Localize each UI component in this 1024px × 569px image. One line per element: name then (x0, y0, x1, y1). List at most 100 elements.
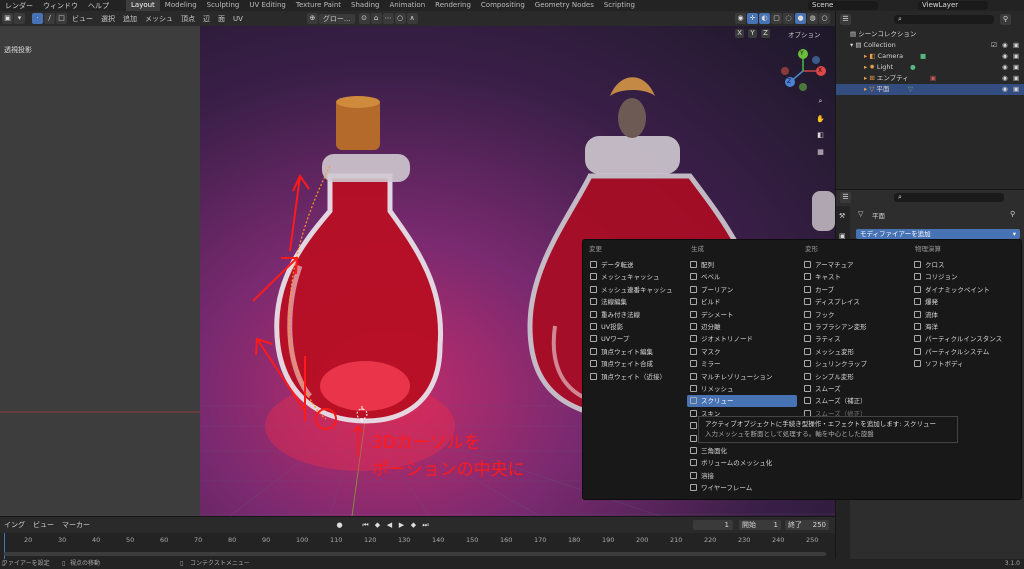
grid-view-icon[interactable]: ▦ (815, 147, 826, 158)
menu-item-physics[interactable]: ソフトボディ (911, 358, 1017, 370)
tab-layout[interactable]: Layout (126, 0, 160, 11)
pin-icon[interactable]: ⚲ (1010, 210, 1015, 218)
overlay-toggle-icon[interactable]: ◐ (759, 13, 770, 24)
menu-item-generate[interactable]: リメッシュ (687, 383, 797, 395)
menu-item-physics[interactable]: 海洋 (911, 321, 1017, 333)
gizmo-toggle-icon[interactable]: ✛ (747, 13, 758, 24)
eye-icon[interactable]: ◉ (1002, 40, 1008, 51)
record-icon[interactable]: ● (334, 520, 345, 531)
tool-tab-icon[interactable]: ⚒ (839, 212, 845, 220)
menu-item-physics[interactable]: クロス (911, 259, 1017, 271)
xray-icon[interactable]: ▢ (771, 13, 782, 24)
menu-add[interactable]: 追加 (119, 14, 141, 24)
menu-uv[interactable]: UV (229, 15, 247, 23)
proportional-icon[interactable]: ○ (394, 13, 406, 24)
shading-rendered-icon[interactable]: ○ (819, 13, 830, 24)
menu-item-physics[interactable]: 爆発 (911, 296, 1017, 308)
checkbox-icon[interactable]: ☑ (991, 40, 997, 51)
menu-item-deform[interactable]: スムーズ (801, 383, 907, 395)
camera-restrict-icon[interactable]: ▣ (1013, 62, 1019, 73)
menu-item-deform[interactable]: シュリンクラップ (801, 358, 907, 370)
camera-restrict-icon[interactable]: ▣ (1013, 51, 1019, 62)
tab-rendering[interactable]: Rendering (430, 0, 476, 11)
menu-item-deform[interactable]: シンプル変形 (801, 371, 907, 383)
shading-solid-icon[interactable]: ● (795, 13, 806, 24)
current-frame-field[interactable]: 1 (693, 520, 733, 530)
frame-end-field[interactable]: 終了 250 (785, 520, 829, 530)
face-select-icon[interactable]: □ (56, 13, 67, 24)
mirror-z-icon[interactable]: Z (761, 29, 770, 38)
menu-window[interactable]: ウィンドウ (38, 1, 83, 11)
menu-item-generate[interactable]: 辺分離 (687, 321, 797, 333)
zoom-icon[interactable]: ⌕ (815, 96, 826, 107)
menu-help[interactable]: ヘルプ (83, 1, 114, 11)
vertex-select-icon[interactable]: · (32, 13, 43, 24)
shading-wire-icon[interactable]: ◌ (783, 13, 794, 24)
menu-item-generate[interactable]: ボリュームのメッシュ化 (687, 457, 797, 469)
menu-item-generate[interactable]: ベベル (687, 271, 797, 283)
camera-restrict-icon[interactable]: ▣ (1013, 73, 1019, 84)
menu-select[interactable]: 選択 (97, 14, 119, 24)
menu-item-generate[interactable]: ジオメトリノード (687, 333, 797, 345)
menu-item-generate[interactable]: ビルド (687, 296, 797, 308)
tab-scripting[interactable]: Scripting (599, 0, 640, 11)
snap-settings-icon[interactable]: ⋯ (382, 13, 394, 24)
mirror-x-icon[interactable]: X (735, 29, 744, 38)
timeline-area[interactable]: 20 30 40 50 60 70 80 90 100 110 120 130 140 150 160 170… (0, 533, 835, 559)
camera-restrict-icon[interactable]: ▣ (1013, 40, 1019, 51)
orientation-dropdown[interactable]: グロー... (318, 13, 355, 24)
add-modifier-button[interactable]: モディファイアーを追加 ▾ (856, 229, 1020, 239)
menu-item-edit[interactable]: UVワープ (587, 333, 683, 345)
transform-orientation-icon[interactable]: ⊕ (306, 13, 318, 24)
tab-modeling[interactable]: Modeling (160, 0, 202, 11)
menu-render[interactable]: レンダー (0, 1, 38, 11)
camera-restrict-icon[interactable]: ▣ (1013, 84, 1019, 95)
menu-item-physics[interactable]: 流体 (911, 309, 1017, 321)
outliner-row-camera[interactable]: ▸ ◧ Camera ■ ◉ ▣ (836, 51, 1024, 62)
outliner-row-empty[interactable]: ▸ ⊞ エンプティ ▣ ◉ ▣ (836, 73, 1024, 84)
menu-mesh[interactable]: メッシュ (141, 14, 177, 24)
next-key-icon[interactable]: ◆ (408, 520, 419, 531)
menu-item-deform[interactable]: フック (801, 309, 907, 321)
menu-marker[interactable]: マーカー (58, 520, 94, 530)
visibility-icon[interactable]: ◉ (735, 13, 746, 24)
edge-select-icon[interactable]: / (44, 13, 55, 24)
menu-keying[interactable]: イング (0, 520, 29, 530)
eye-icon[interactable]: ◉ (1002, 62, 1008, 73)
tab-uv-editing[interactable]: UV Editing (244, 0, 291, 11)
menu-item-edit[interactable]: 頂点ウェイト編集 (587, 346, 683, 358)
menu-item-deform[interactable]: スムーズ（補正） (801, 395, 907, 407)
falloff-icon[interactable]: ∧ (406, 13, 418, 24)
pan-icon[interactable]: ✋ (815, 114, 826, 125)
properties-editor-icon[interactable]: ☰ (840, 192, 851, 203)
tab-geometry-nodes[interactable]: Geometry Nodes (530, 0, 599, 11)
menu-item-generate[interactable]: 三角面化 (687, 445, 797, 457)
play-reverse-icon[interactable]: ◀ (384, 520, 395, 531)
menu-item-physics[interactable]: ダイナミックペイント (911, 284, 1017, 296)
tab-sculpting[interactable]: Sculpting (202, 0, 245, 11)
menu-item-edit[interactable]: 頂点ウェイト合成 (587, 358, 683, 370)
eye-icon[interactable]: ◉ (1002, 84, 1008, 95)
options-dropdown[interactable]: オプション (788, 29, 821, 39)
menu-item-generate[interactable]: ワイヤーフレーム (687, 482, 797, 494)
menu-item-generate[interactable]: 配列 (687, 259, 797, 271)
jump-start-icon[interactable]: ⏮ (360, 520, 371, 531)
mode-icon[interactable]: ▾ (14, 13, 25, 24)
outliner-search-input[interactable]: ⌕ (894, 15, 994, 24)
menu-item-deform[interactable]: ディスプレイス (801, 296, 907, 308)
prev-key-icon[interactable]: ◆ (372, 520, 383, 531)
eye-icon[interactable]: ◉ (1002, 73, 1008, 84)
outliner-row-plane[interactable]: ▸ ▽ 平面 ▽ ◉ ▣ (836, 84, 1024, 95)
view-layer-selector[interactable]: ViewLayer (918, 1, 988, 10)
outliner-row-light[interactable]: ▸ ✹ Light ● ◉ ▣ (836, 62, 1024, 73)
jump-end-icon[interactable]: ⏭ (420, 520, 431, 531)
mirror-y-icon[interactable]: Y (748, 29, 757, 38)
shading-material-icon[interactable]: ◍ (807, 13, 818, 24)
menu-item-edit[interactable]: データ転送 (587, 259, 683, 271)
play-icon[interactable]: ▶ (396, 520, 407, 531)
menu-item-deform[interactable]: メッシュ変形 (801, 346, 907, 358)
outliner-editor-icon[interactable]: ☰ (840, 14, 851, 25)
menu-item-edit[interactable]: 重み付き法線 (587, 309, 683, 321)
menu-item-deform[interactable]: キャスト (801, 271, 907, 283)
menu-item-physics[interactable]: パーティクルシステム (911, 346, 1017, 358)
